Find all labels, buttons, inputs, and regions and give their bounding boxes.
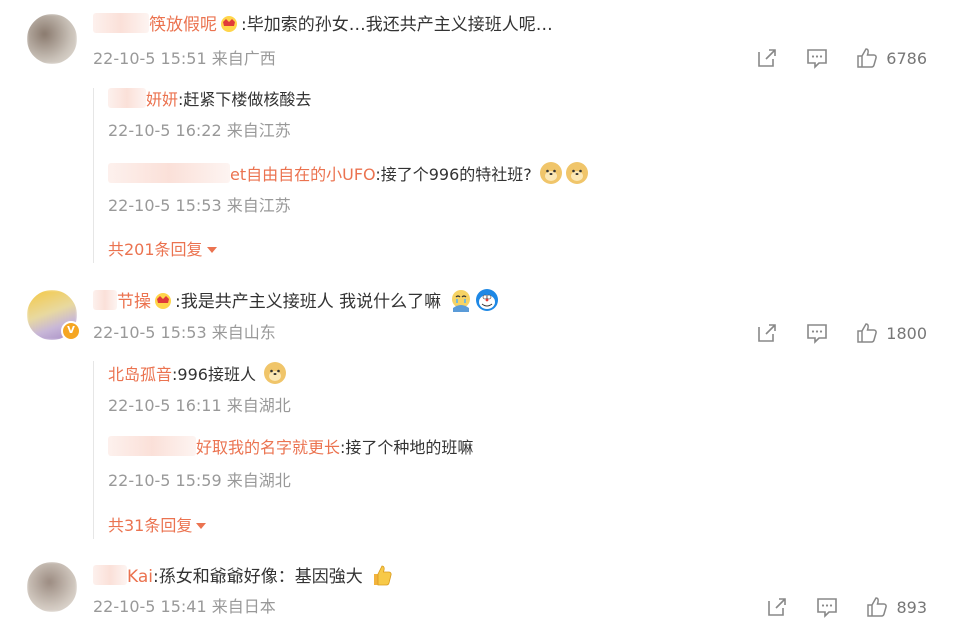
- comment-meta: 22-10-5 15:53 来自山东: [93, 323, 276, 342]
- more-replies-link[interactable]: 共31条回复: [108, 512, 207, 536]
- comment-text: 我是共产主义接班人 我说什么了嘛: [180, 292, 442, 312]
- reply-line: et自由自在的小UFO:接了个996的特社班?: [108, 161, 589, 187]
- avatar[interactable]: [27, 562, 77, 612]
- reply-line: 妍妍:赶紧下楼做核酸去: [108, 88, 311, 112]
- doge-emoji-icon: [565, 162, 588, 184]
- share-icon[interactable]: [756, 47, 778, 69]
- more-replies-link[interactable]: 共201条回复: [108, 236, 217, 260]
- reply-line: 好取我的名字就更长:接了个种地的班嘛: [108, 436, 473, 460]
- like-count: 893: [896, 597, 927, 617]
- like-count: 1800: [886, 323, 927, 343]
- comment-line: 节操:我是共产主义接班人 我说什么了嘛: [93, 288, 499, 314]
- share-icon[interactable]: [756, 322, 778, 344]
- share-icon[interactable]: [766, 596, 788, 618]
- thumbs-up-emoji-icon: [374, 565, 392, 586]
- like-count: 6786: [886, 48, 927, 68]
- caret-down-icon: [206, 247, 217, 253]
- reply-list: 北岛孤音:996接班人 22-10-5 16:11 来自湖北 好取我的名字就更长…: [93, 361, 924, 539]
- comment-text: 孫女和爺爺好像：基因強大: [158, 567, 363, 587]
- comment-icon[interactable]: [816, 596, 838, 618]
- verified-badge-icon: V: [61, 321, 81, 341]
- doge-emoji-icon: [264, 362, 287, 384]
- reply-meta: 22-10-5 16:22 来自江苏: [108, 121, 291, 140]
- thumbs-up-icon[interactable]: [866, 596, 888, 618]
- comment-line: Kai:孫女和爺爺好像：基因強大: [93, 563, 394, 589]
- comment-actions: 6786: [756, 47, 927, 69]
- comment-author[interactable]: 节操: [93, 290, 151, 312]
- doge-emoji-icon: [539, 162, 562, 184]
- reply-text: 接了个种地的班嘛: [345, 438, 474, 457]
- comment-meta: 22-10-5 15:41 来自日本: [93, 597, 276, 616]
- reply-list: 妍妍:赶紧下楼做核酸去 22-10-5 16:22 来自江苏 et自由自在的小U…: [93, 88, 924, 263]
- reply-text: 赶紧下楼做核酸去: [183, 90, 312, 109]
- reply-line: 北岛孤音:996接班人: [108, 361, 287, 387]
- comment-icon[interactable]: [806, 47, 828, 69]
- reply-author[interactable]: 北岛孤音: [108, 365, 172, 384]
- comment-actions: 1800: [756, 322, 927, 344]
- crown-badge-icon: [155, 293, 171, 309]
- crying-emoji-icon: [451, 290, 470, 312]
- thumbs-up-icon[interactable]: [856, 322, 878, 344]
- reply-text: 接了个996的特社班?: [380, 165, 532, 184]
- reply-meta: 22-10-5 15:59 来自湖北: [108, 471, 291, 490]
- comment-text: 毕加索的孙女…我还共产主义接班人呢…: [246, 15, 553, 35]
- comment-icon[interactable]: [806, 322, 828, 344]
- doraemon-emoji-icon: [475, 289, 498, 311]
- reply-meta: 22-10-5 15:53 来自江苏: [108, 196, 291, 215]
- thumbs-up-icon[interactable]: [856, 47, 878, 69]
- comment-author[interactable]: 筷放假呢: [93, 13, 217, 35]
- reply-author[interactable]: 妍妍: [108, 88, 178, 109]
- comment-author[interactable]: Kai: [93, 565, 153, 587]
- avatar[interactable]: [27, 14, 77, 64]
- caret-down-icon: [196, 523, 207, 529]
- comment-meta: 22-10-5 15:51 来自广西: [93, 49, 276, 68]
- reply-author[interactable]: 好取我的名字就更长: [108, 436, 340, 457]
- crown-badge-icon: [221, 16, 237, 32]
- reply-author[interactable]: et自由自在的小UFO: [108, 163, 375, 184]
- reply-text: 996接班人: [177, 365, 256, 384]
- comment-actions: 893: [766, 596, 927, 618]
- reply-meta: 22-10-5 16:11 来自湖北: [108, 396, 291, 415]
- comment-line: 筷放假呢:毕加索的孙女…我还共产主义接班人呢…: [93, 13, 553, 37]
